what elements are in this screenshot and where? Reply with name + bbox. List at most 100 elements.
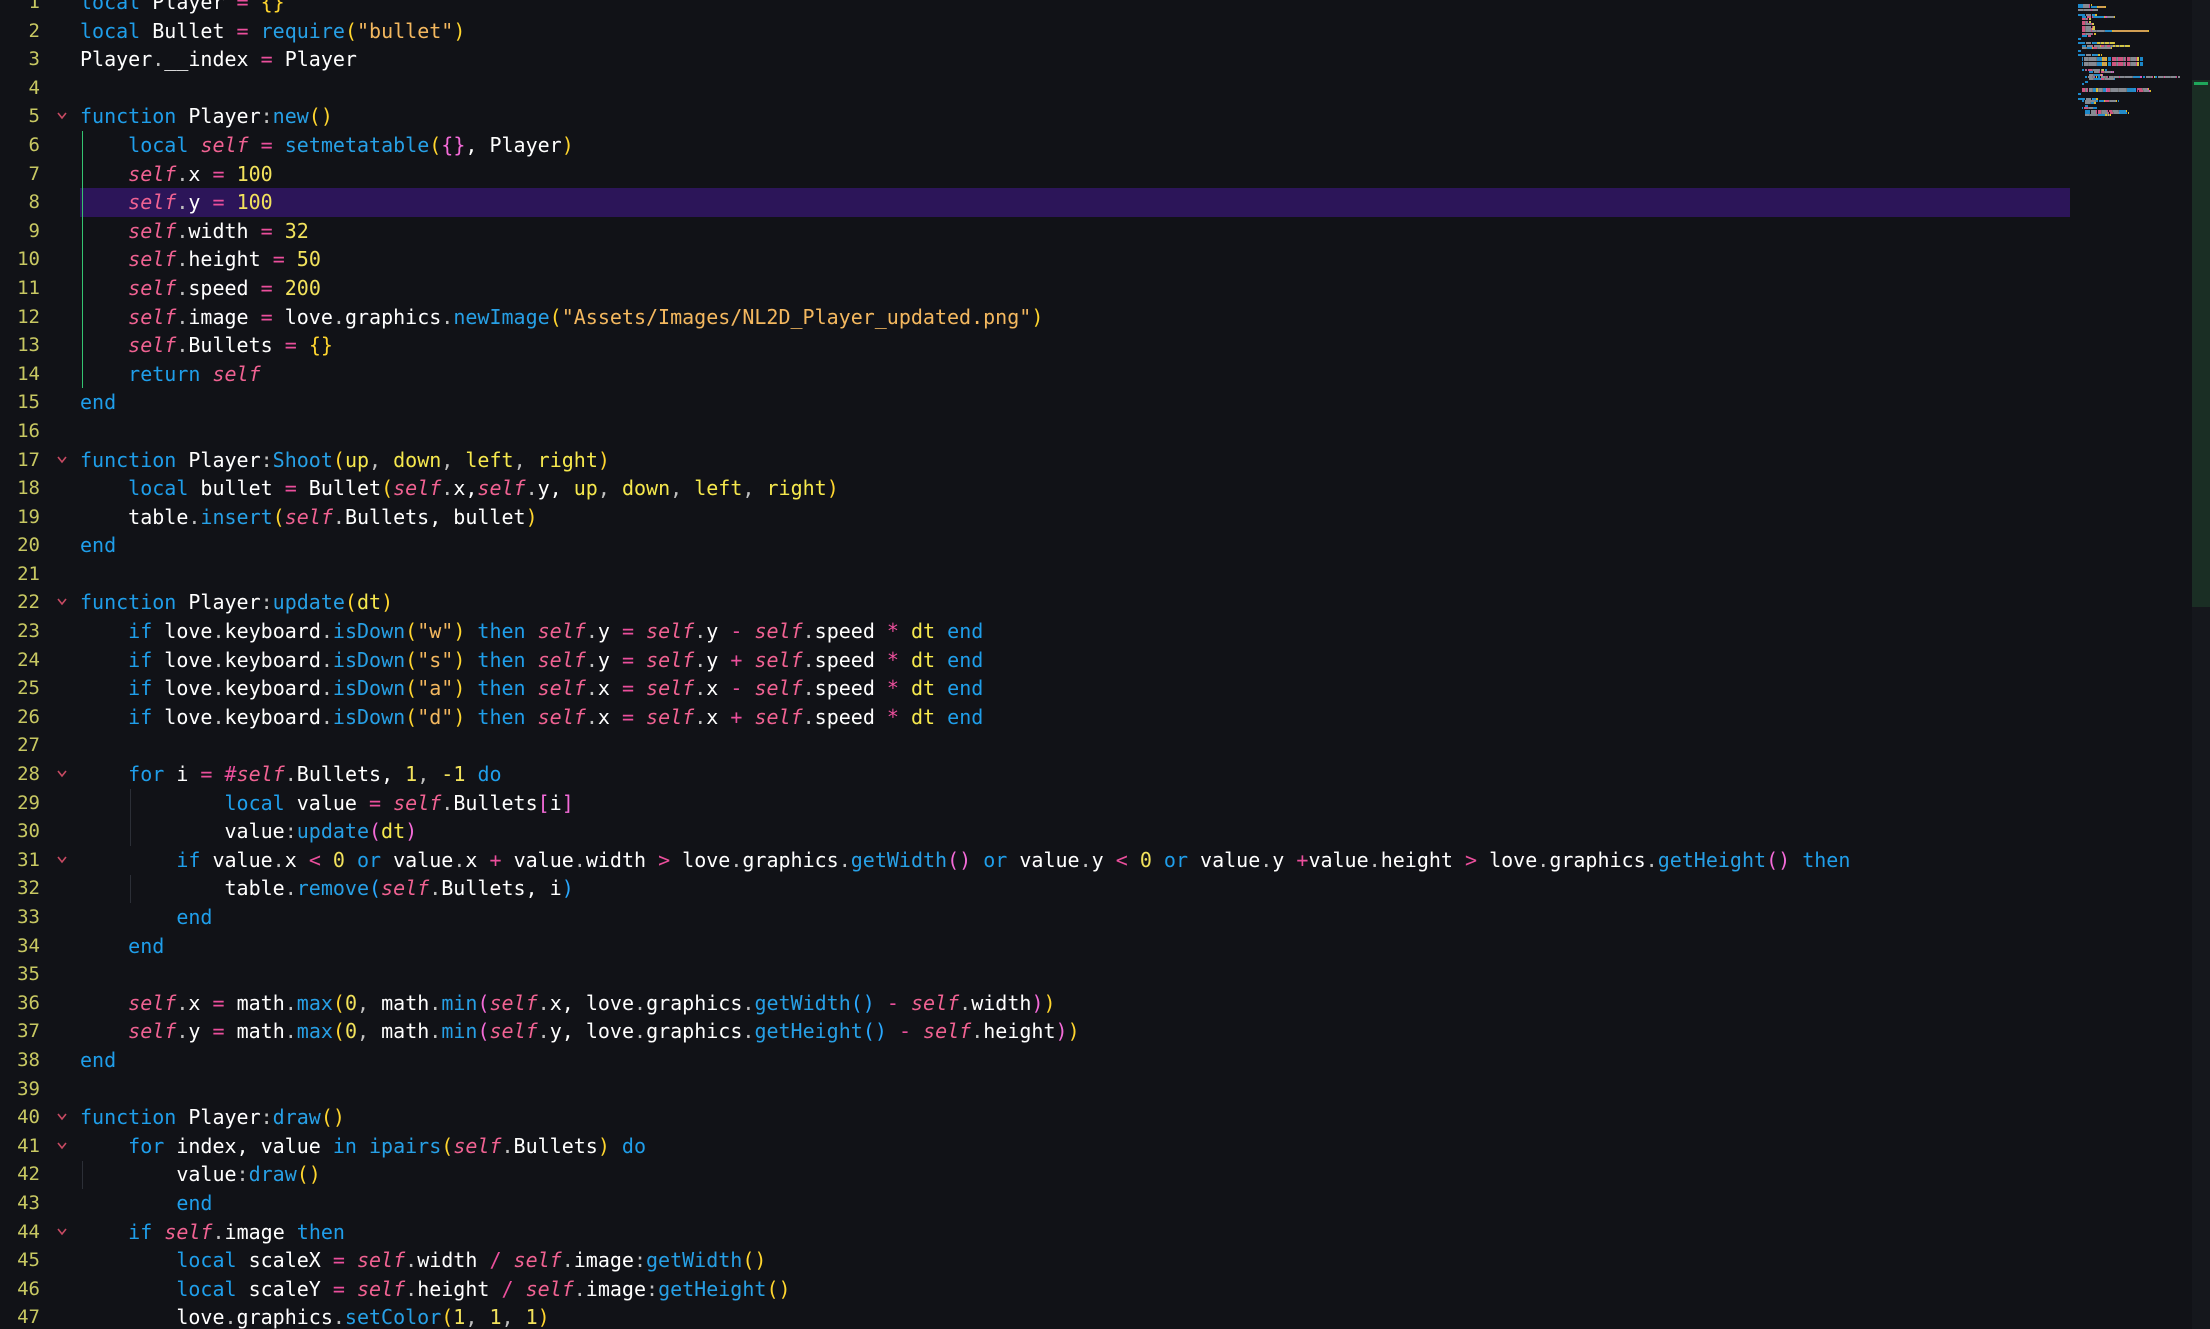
- code-text[interactable]: end: [80, 388, 116, 417]
- code-line[interactable]: 2 local Bullet = require("bullet"): [0, 17, 2070, 46]
- code-line[interactable]: 44 if self.image then: [0, 1218, 2070, 1247]
- code-line[interactable]: 25 if love.keyboard.isDown("a") then sel…: [0, 674, 2070, 703]
- code-text[interactable]: end: [80, 531, 116, 560]
- code-line[interactable]: 7 self.x = 100: [0, 160, 2070, 189]
- code-line[interactable]: 47 love.graphics.setColor(1, 1, 1): [0, 1303, 2070, 1329]
- code-text[interactable]: self.image = love.graphics.newImage("Ass…: [80, 303, 1043, 332]
- code-line[interactable]: 20 end: [0, 531, 2070, 560]
- code-text[interactable]: for index, value in ipairs(self.Bullets)…: [80, 1132, 646, 1161]
- code-line[interactable]: 39: [0, 1075, 2070, 1104]
- code-text[interactable]: end: [80, 1189, 212, 1218]
- code-line[interactable]: 21: [0, 560, 2070, 589]
- code-text[interactable]: self.Bullets = {}: [80, 331, 333, 360]
- code-line[interactable]: 12 self.image = love.graphics.newImage("…: [0, 303, 2070, 332]
- code-text[interactable]: love.graphics.setColor(1, 1, 1): [80, 1303, 549, 1329]
- code-line[interactable]: 40 function Player:draw(): [0, 1103, 2070, 1132]
- code-text[interactable]: local bullet = Bullet(self.x,self.y, up,…: [80, 474, 839, 503]
- code-line[interactable]: 1 local Player = {}: [0, 0, 2070, 17]
- code-text[interactable]: self.speed = 200: [80, 274, 321, 303]
- code-text[interactable]: local self = setmetatable({}, Player): [80, 131, 574, 160]
- code-line[interactable]: 14 return self: [0, 360, 2070, 389]
- code-text[interactable]: if love.keyboard.isDown("w") then self.y…: [80, 617, 983, 646]
- code-text[interactable]: table.insert(self.Bullets, bullet): [80, 503, 537, 532]
- fold-chevron-icon[interactable]: [55, 760, 69, 788]
- code-area[interactable]: 1 local Player = {} 2 local Bullet = requir…: [0, 0, 2070, 1329]
- code-line[interactable]: 18 local bullet = Bullet(self.x,self.y, …: [0, 474, 2070, 503]
- code-text[interactable]: local Bullet = require("bullet"): [80, 17, 465, 46]
- code-line[interactable]: 31 if value.x < 0 or value.x + value.wid…: [0, 846, 2070, 875]
- code-line[interactable]: 30 value:update(dt): [0, 817, 2070, 846]
- fold-chevron-icon[interactable]: [55, 1218, 69, 1246]
- code-line[interactable]: 27: [0, 731, 2070, 760]
- code-text[interactable]: end: [80, 1046, 116, 1075]
- code-line[interactable]: 13 self.Bullets = {}: [0, 331, 2070, 360]
- code-editor[interactable]: 1 local Player = {} 2 local Bullet = requir…: [0, 0, 2210, 1329]
- code-text[interactable]: if love.keyboard.isDown("s") then self.y…: [80, 646, 983, 675]
- code-line[interactable]: 4: [0, 74, 2070, 103]
- scrollbar-thumb[interactable]: [2192, 80, 2210, 607]
- code-line[interactable]: 35: [0, 960, 2070, 989]
- code-line[interactable]: 6 local self = setmetatable({}, Player): [0, 131, 2070, 160]
- code-text[interactable]: self.height = 50: [80, 245, 321, 274]
- code-line[interactable]: 3 Player.__index = Player: [0, 45, 2070, 74]
- code-line[interactable]: 9 self.width = 32: [0, 217, 2070, 246]
- code-text[interactable]: end: [80, 932, 164, 961]
- code-line[interactable]: 23 if love.keyboard.isDown("w") then sel…: [0, 617, 2070, 646]
- code-line[interactable]: 37 self.y = math.max(0, math.min(self.y,…: [0, 1017, 2070, 1046]
- code-text[interactable]: function Player:Shoot(up, down, left, ri…: [80, 446, 610, 475]
- code-text[interactable]: for i = #self.Bullets, 1, -1 do: [80, 760, 501, 789]
- code-text[interactable]: Player.__index = Player: [80, 45, 357, 74]
- code-text[interactable]: function Player:new(): [80, 102, 333, 131]
- code-line[interactable]: 28 for i = #self.Bullets, 1, -1 do: [0, 760, 2070, 789]
- code-text[interactable]: if self.image then: [80, 1218, 345, 1247]
- code-line[interactable]: 11 self.speed = 200: [0, 274, 2070, 303]
- code-line[interactable]: 10 self.height = 50: [0, 245, 2070, 274]
- code-text[interactable]: table.remove(self.Bullets, i): [80, 874, 573, 903]
- code-line[interactable]: 36 self.x = math.max(0, math.min(self.x,…: [0, 989, 2070, 1018]
- code-text[interactable]: self.width = 32: [80, 217, 309, 246]
- code-text[interactable]: end: [80, 903, 212, 932]
- code-text[interactable]: self.x = math.max(0, math.min(self.x, lo…: [80, 989, 1055, 1018]
- code-line[interactable]: 43 end: [0, 1189, 2070, 1218]
- code-text[interactable]: local Player = {}: [80, 0, 285, 17]
- vertical-scrollbar[interactable]: [2192, 0, 2210, 1329]
- code-line[interactable]: 5 function Player:new(): [0, 102, 2070, 131]
- code-text[interactable]: local scaleY = self.height / self.image:…: [80, 1275, 790, 1304]
- code-line[interactable]: 17 function Player:Shoot(up, down, left, …: [0, 446, 2070, 475]
- code-text[interactable]: local value = self.Bullets[i]: [80, 789, 574, 818]
- code-line[interactable]: 29 local value = self.Bullets[i]: [0, 789, 2070, 818]
- fold-chevron-icon[interactable]: [55, 1132, 69, 1160]
- code-text[interactable]: value:draw(): [80, 1160, 321, 1189]
- code-line[interactable]: 16: [0, 417, 2070, 446]
- code-text[interactable]: self.x = 100: [80, 160, 273, 189]
- fold-chevron-icon[interactable]: [55, 846, 69, 874]
- fold-chevron-icon[interactable]: [55, 588, 69, 616]
- code-line[interactable]: 45 local scaleX = self.width / self.imag…: [0, 1246, 2070, 1275]
- code-line[interactable]: 38 end: [0, 1046, 2070, 1075]
- code-line[interactable]: 8 self.y = 100: [0, 188, 2070, 217]
- code-text[interactable]: if value.x < 0 or value.x + value.width …: [80, 846, 1850, 875]
- code-line[interactable]: 24 if love.keyboard.isDown("s") then sel…: [0, 646, 2070, 675]
- code-line[interactable]: 34 end: [0, 932, 2070, 961]
- code-line[interactable]: 26 if love.keyboard.isDown("d") then sel…: [0, 703, 2070, 732]
- fold-chevron-icon[interactable]: [55, 1103, 69, 1131]
- code-text[interactable]: local scaleX = self.width / self.image:g…: [80, 1246, 766, 1275]
- fold-chevron-icon[interactable]: [55, 102, 69, 130]
- code-text[interactable]: if love.keyboard.isDown("a") then self.x…: [80, 674, 983, 703]
- code-line[interactable]: 33 end: [0, 903, 2070, 932]
- code-line[interactable]: 15 end: [0, 388, 2070, 417]
- code-line[interactable]: 42 value:draw(): [0, 1160, 2070, 1189]
- code-text[interactable]: self.y = 100: [80, 188, 273, 217]
- code-text[interactable]: return self: [80, 360, 260, 389]
- code-text[interactable]: self.y = math.max(0, math.min(self.y, lo…: [80, 1017, 1079, 1046]
- code-line[interactable]: 46 local scaleY = self.height / self.ima…: [0, 1275, 2070, 1304]
- code-text[interactable]: if love.keyboard.isDown("d") then self.x…: [80, 703, 983, 732]
- minimap[interactable]: [2070, 0, 2190, 1329]
- fold-chevron-icon[interactable]: [55, 446, 69, 474]
- code-line[interactable]: 41 for index, value in ipairs(self.Bulle…: [0, 1132, 2070, 1161]
- code-line[interactable]: 32 table.remove(self.Bullets, i): [0, 874, 2070, 903]
- code-line[interactable]: 22 function Player:update(dt): [0, 588, 2070, 617]
- code-text[interactable]: function Player:draw(): [80, 1103, 345, 1132]
- code-text[interactable]: function Player:update(dt): [80, 588, 393, 617]
- code-line[interactable]: 19 table.insert(self.Bullets, bullet): [0, 503, 2070, 532]
